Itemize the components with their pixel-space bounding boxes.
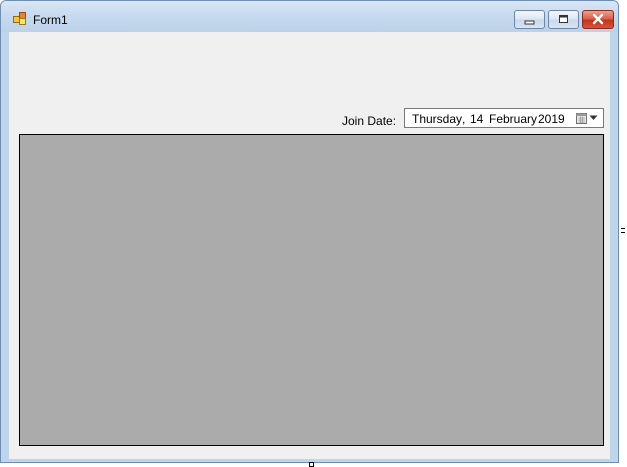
minimize-icon xyxy=(524,20,535,25)
window-title: Form1 xyxy=(33,13,68,27)
content-panel xyxy=(19,134,604,446)
date-picker-day[interactable]: 14 xyxy=(470,112,483,126)
form1-window: Form1 Join Date: Thursday , 14 February … xyxy=(0,0,619,463)
date-picker-year[interactable]: 2019 xyxy=(538,112,565,126)
date-picker-weekday[interactable]: Thursday xyxy=(412,112,462,126)
chevron-down-icon[interactable] xyxy=(589,115,598,121)
maximize-icon xyxy=(559,15,568,23)
calendar-icon[interactable] xyxy=(576,112,588,125)
app-icon xyxy=(13,12,26,25)
title-bar[interactable]: Form1 xyxy=(1,1,618,32)
designer-resize-handle-bottom[interactable] xyxy=(309,462,314,467)
form-client-area: Join Date: Thursday , 14 February 2019 xyxy=(9,32,610,459)
designer-resize-handle-right[interactable] xyxy=(621,228,625,233)
close-icon xyxy=(592,13,604,25)
close-button[interactable] xyxy=(582,10,614,29)
date-picker-month[interactable]: February xyxy=(489,112,537,126)
join-date-picker[interactable]: Thursday , 14 February 2019 xyxy=(404,108,604,128)
join-date-label: Join Date: xyxy=(342,114,397,128)
minimize-button[interactable] xyxy=(514,10,545,29)
date-picker-separator: , xyxy=(462,112,466,126)
maximize-button[interactable] xyxy=(548,10,579,29)
